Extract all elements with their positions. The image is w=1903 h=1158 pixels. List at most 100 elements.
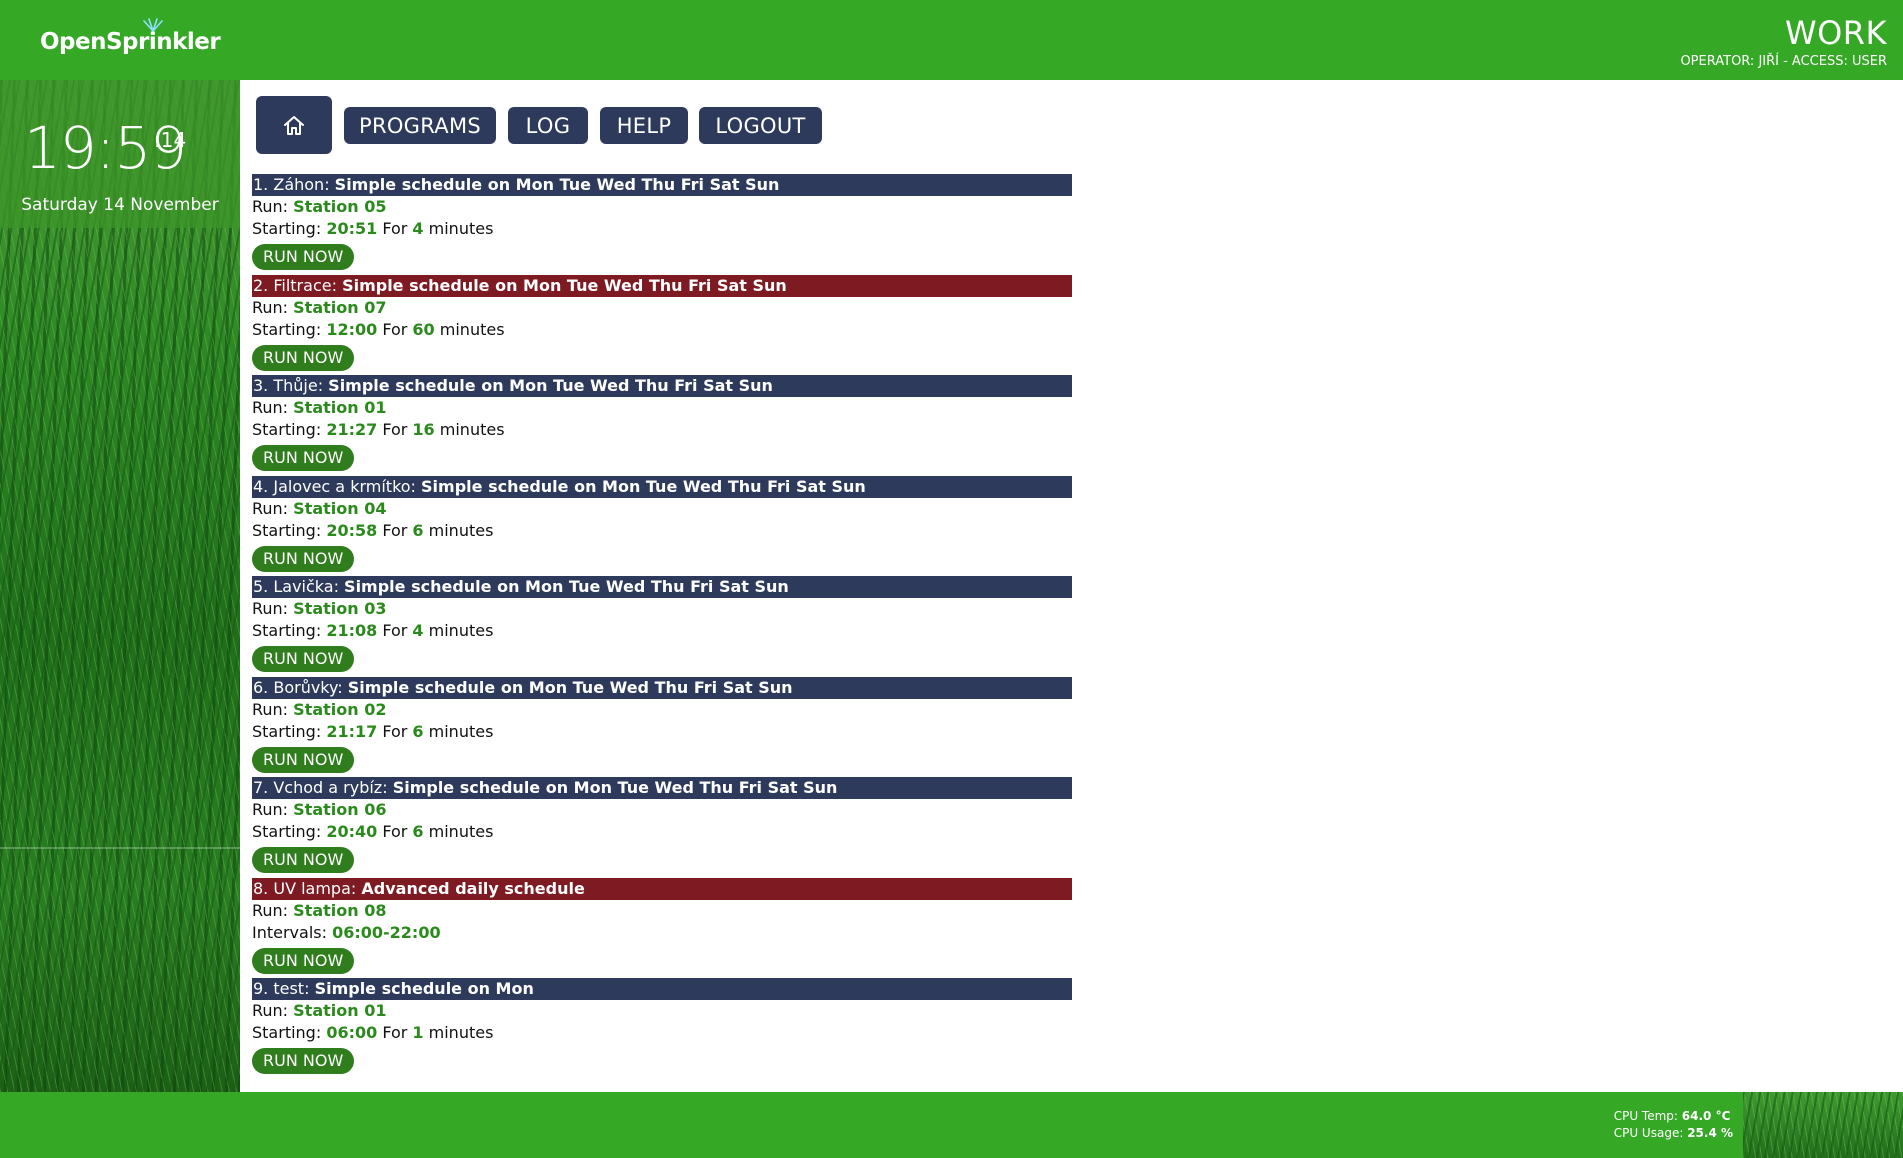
program-timing-line: Starting: 21:27 For 16 minutes — [252, 419, 1072, 441]
program-run-line: Run: Station 06 — [252, 799, 1072, 821]
starting-label: Starting: — [252, 621, 327, 640]
home-button[interactable] — [256, 96, 332, 154]
program-item: 2. Filtrace: Simple schedule on Mon Tue … — [252, 274, 1072, 376]
program-title[interactable]: 7. Vchod a rybíz: Simple schedule on Mon… — [252, 777, 1072, 799]
program-name: 8. UV lampa: — [253, 878, 362, 898]
program-timing-line: Starting: 12:00 For 60 minutes — [252, 319, 1072, 341]
duration-value: 4 — [412, 219, 424, 238]
program-timing-line: Starting: 20:40 For 6 minutes — [252, 821, 1072, 843]
run-label: Run: — [252, 1001, 294, 1020]
start-time: 21:08 — [326, 621, 378, 640]
program-item: 1. Záhon: Simple schedule on Mon Tue Wed… — [252, 174, 1072, 275]
program-run-line: Run: Station 08 — [252, 900, 1072, 922]
program-title[interactable]: 4. Jalovec a krmítko: Simple schedule on… — [252, 475, 1072, 498]
run-now-button[interactable]: RUN NOW — [252, 847, 355, 873]
program-timing-line: Starting: 21:08 For 4 minutes — [252, 620, 1072, 642]
run-now-button[interactable]: RUN NOW — [252, 646, 355, 672]
program-item: 6. Borůvky: Simple schedule on Mon Tue W… — [252, 676, 1072, 778]
site-name: WORK — [1784, 14, 1887, 52]
cpu-usage: CPU Usage: 25.4 % — [1614, 1125, 1733, 1142]
program-schedule: Advanced daily schedule — [361, 878, 585, 898]
cpu-temp-label: CPU Temp: — [1613, 1109, 1682, 1123]
starting-label: Starting: — [252, 822, 327, 841]
sidebar-divider — [0, 847, 240, 849]
program-run-line: Run: Station 02 — [252, 699, 1072, 721]
starting-label: Starting: — [252, 721, 327, 741]
start-time: 06:00 — [326, 1023, 378, 1042]
logout-button[interactable]: LOGOUT — [699, 107, 822, 144]
cpu-usage-value: 25.4 % — [1687, 1126, 1733, 1140]
help-button[interactable]: HELP — [600, 107, 688, 144]
program-name: 3. Thůje: — [253, 376, 329, 395]
minutes-label: minutes — [423, 621, 494, 640]
program-title[interactable]: 6. Borůvky: Simple schedule on Mon Tue W… — [252, 676, 1072, 699]
clock-date: Saturday 14 November — [21, 195, 219, 215]
run-now-button[interactable]: RUN NOW — [252, 746, 355, 773]
for-label: For — [377, 1023, 413, 1042]
station-name: Station 02 — [293, 699, 387, 719]
run-now-button[interactable]: RUN NOW — [252, 545, 355, 572]
for-label: For — [377, 721, 413, 741]
clock-seconds: :14 — [154, 128, 187, 152]
station-name: Station 07 — [293, 297, 387, 317]
program-timing-line: Starting: 21:17 For 6 minutes — [252, 721, 1072, 743]
logo: OpenSprinkler — [40, 18, 221, 62]
minutes-label: minutes — [423, 822, 494, 841]
program-item: 4. Jalovec a krmítko: Simple schedule on… — [252, 475, 1072, 577]
start-time: 21:17 — [326, 721, 378, 741]
program-name: 9. test: — [253, 979, 315, 998]
header-bar: OpenSprinkler WORK OPERATOR: JIŘÍ - ACCE… — [0, 0, 1903, 80]
program-title[interactable]: 3. Thůje: Simple schedule on Mon Tue Wed… — [252, 375, 1072, 397]
minutes-label: minutes — [423, 219, 494, 238]
starting-label: Starting: — [252, 520, 327, 540]
for-label: For — [377, 420, 413, 439]
program-item: 9. test: Simple schedule on Mon Run: Stat… — [252, 978, 1072, 1079]
run-now-button[interactable]: RUN NOW — [252, 1048, 355, 1074]
program-schedule: Simple schedule on Mon Tue Wed Thu Fri S… — [347, 677, 793, 697]
operator-access-line: OPERATOR: JIŘÍ - ACCESS: USER — [1680, 54, 1887, 69]
program-name: 2. Filtrace: — [253, 275, 343, 295]
start-time: 20:51 — [326, 219, 378, 238]
program-title[interactable]: 9. test: Simple schedule on Mon — [252, 978, 1072, 1000]
run-now-button[interactable]: RUN NOW — [252, 947, 355, 974]
program-run-line: Run: Station 03 — [252, 598, 1072, 620]
for-label: For — [377, 621, 413, 640]
minutes-label: minutes — [423, 1023, 494, 1042]
program-run-line: Run: Station 01 — [252, 397, 1072, 419]
station-name: Station 05 — [293, 197, 387, 216]
cpu-temp: CPU Temp: 64.0 °C — [1614, 1108, 1733, 1125]
duration-value: 16 — [412, 420, 435, 439]
run-label: Run: — [252, 498, 294, 518]
for-label: For — [377, 319, 413, 339]
run-now-button[interactable]: RUN NOW — [252, 244, 355, 270]
program-timing-line: Starting: 06:00 For 1 minutes — [252, 1022, 1072, 1044]
station-name: Station 03 — [293, 599, 387, 618]
program-title[interactable]: 2. Filtrace: Simple schedule on Mon Tue … — [252, 274, 1072, 297]
program-run-line: Run: Station 04 — [252, 498, 1072, 520]
program-run-line: Run: Station 05 — [252, 196, 1072, 218]
run-now-button[interactable]: RUN NOW — [252, 344, 355, 371]
program-title[interactable]: 8. UV lampa: Advanced daily schedule — [252, 877, 1072, 900]
station-name: Station 01 — [293, 1001, 387, 1020]
program-item: 8. UV lampa: Advanced daily schedule Run:… — [252, 877, 1072, 979]
log-button[interactable]: LOG — [508, 107, 588, 144]
minutes-label: minutes — [434, 420, 505, 439]
programs-button[interactable]: PROGRAMS — [344, 107, 496, 144]
program-schedule: Simple schedule on Mon Tue Wed Thu Fri S… — [342, 275, 787, 295]
program-item: 5. Lavička: Simple schedule on Mon Tue W… — [252, 576, 1072, 677]
program-timing-line: Starting: 20:58 For 6 minutes — [252, 520, 1072, 542]
starting-label: Starting: — [252, 420, 327, 439]
program-title[interactable]: 5. Lavička: Simple schedule on Mon Tue W… — [252, 576, 1072, 598]
run-label: Run: — [252, 197, 294, 216]
start-time: 12:00 — [326, 319, 378, 339]
start-time: 21:27 — [326, 420, 378, 439]
station-name: Station 08 — [293, 900, 387, 920]
sprinkler-spray-icon — [143, 18, 163, 32]
for-label: For — [377, 520, 413, 540]
start-time: 20:40 — [326, 822, 378, 841]
program-item: 3. Thůje: Simple schedule on Mon Tue Wed… — [252, 375, 1072, 476]
program-title[interactable]: 1. Záhon: Simple schedule on Mon Tue Wed… — [252, 174, 1072, 196]
for-label: For — [377, 822, 413, 841]
starting-label: Starting: — [252, 219, 327, 238]
run-now-button[interactable]: RUN NOW — [252, 445, 355, 471]
